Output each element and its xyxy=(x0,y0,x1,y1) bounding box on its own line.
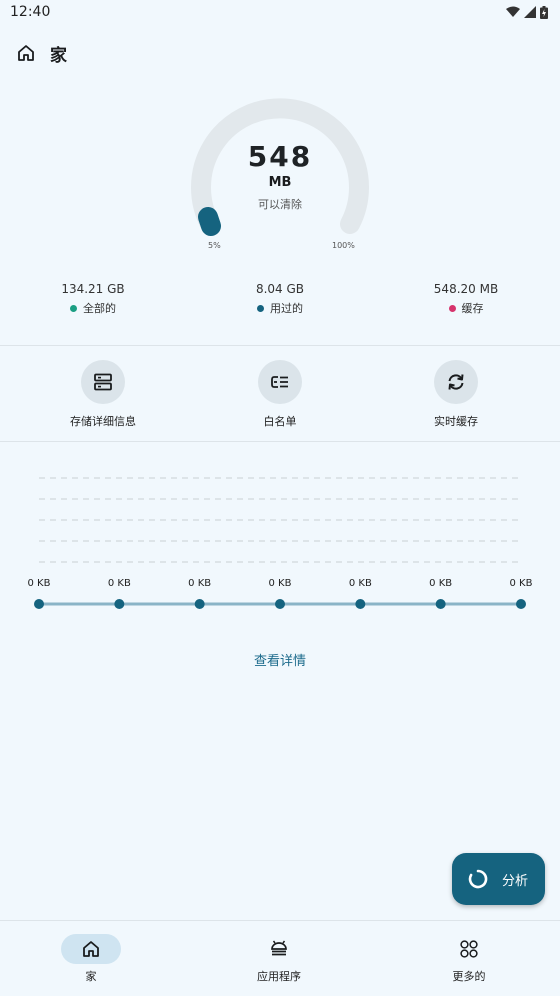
signal-icon xyxy=(524,6,536,18)
legend-dot-total xyxy=(70,304,77,312)
progress-ring-icon xyxy=(468,869,488,889)
bottom-navigation: 家 应用程序 更多的 xyxy=(0,920,560,996)
cleanable-size-value: 548 xyxy=(247,140,313,173)
status-time: 12:40 xyxy=(10,4,51,20)
data-point xyxy=(516,599,526,609)
status-icons xyxy=(506,5,548,19)
data-point xyxy=(114,599,125,609)
gauge-max-label: 100% xyxy=(332,241,355,250)
whitelist-icon xyxy=(271,376,288,388)
nav-more[interactable]: 更多的 xyxy=(376,934,560,984)
nav-more-label: 更多的 xyxy=(452,970,486,983)
sync-icon xyxy=(448,374,464,390)
cache-chart: 0 KB 0 KB 0 KB 0 KB 0 KB 0 KB 0 KB xyxy=(0,462,560,632)
quick-actions: 存储详细信息 白名单 实时缓存 xyxy=(0,360,560,432)
whitelist-button[interactable]: 白名单 xyxy=(210,360,350,429)
stat-total: 134.21 GB 全部的 xyxy=(13,282,173,316)
chart-grid xyxy=(39,477,521,563)
data-point xyxy=(275,599,285,609)
data-point xyxy=(435,599,446,609)
data-label: 0 KB xyxy=(349,578,372,589)
view-details-link[interactable]: 查看详情 xyxy=(0,650,560,669)
wifi-icon xyxy=(506,6,520,17)
storage-details-label: 存储详细信息 xyxy=(70,415,136,428)
data-point xyxy=(34,599,44,609)
stat-total-value: 134.21 GB xyxy=(61,282,125,296)
divider xyxy=(0,441,560,442)
stat-total-label: 全部的 xyxy=(83,302,116,315)
stat-cache-value: 548.20 MB xyxy=(433,282,499,296)
cleanable-size-unit: MB xyxy=(268,175,292,190)
divider xyxy=(0,345,560,346)
storage-details-button[interactable]: 存储详细信息 xyxy=(33,360,173,429)
top-app-bar: 家 xyxy=(0,32,560,74)
data-label: 0 KB xyxy=(510,578,533,589)
storage-stats: 134.21 GB 全部的 8.04 GB 用过的 548.20 MB 缓存 xyxy=(0,282,560,324)
status-bar: 12:40 xyxy=(0,0,560,24)
cache-chart-svg: 0 KB 0 KB 0 KB 0 KB 0 KB 0 KB 0 KB xyxy=(28,477,533,609)
nav-home[interactable]: 家 xyxy=(0,934,184,984)
storage-gauge: 548 MB 可以清除 5% 100% xyxy=(180,92,380,262)
analyze-label: 分析 xyxy=(502,873,529,889)
data-label: 0 KB xyxy=(269,578,292,589)
stat-cache-label: 缓存 xyxy=(461,302,484,315)
data-label: 0 KB xyxy=(108,578,131,589)
battery-icon xyxy=(540,5,548,19)
legend-dot-cache xyxy=(448,304,456,312)
analyze-button[interactable]: 分析 xyxy=(452,853,545,905)
realtime-cache-button[interactable]: 实时缓存 xyxy=(386,360,526,429)
home-icon xyxy=(83,941,99,957)
data-label: 0 KB xyxy=(429,578,452,589)
stat-used-label: 用过的 xyxy=(270,302,303,315)
storage-icon xyxy=(94,373,112,391)
legend-dot-used xyxy=(257,304,264,312)
data-point xyxy=(194,599,205,609)
realtime-cache-label: 实时缓存 xyxy=(434,415,478,428)
android-icon xyxy=(271,940,287,956)
cleanable-label: 可以清除 xyxy=(258,198,302,211)
nav-home-label: 家 xyxy=(85,970,97,983)
grid-dots-icon xyxy=(460,940,478,958)
nav-apps[interactable]: 应用程序 xyxy=(186,934,372,984)
data-label: 0 KB xyxy=(188,578,211,589)
page-title: 家 xyxy=(50,45,67,66)
home-icon xyxy=(18,45,34,61)
gauge-fill xyxy=(198,207,221,236)
stat-cache: 548.20 MB 缓存 xyxy=(386,282,546,316)
nav-apps-label: 应用程序 xyxy=(257,970,301,983)
stat-used-value: 8.04 GB xyxy=(255,282,305,296)
gauge-min-label: 5% xyxy=(208,241,221,250)
data-label: 0 KB xyxy=(28,578,51,589)
stat-used: 8.04 GB 用过的 xyxy=(200,282,360,316)
whitelist-label: 白名单 xyxy=(263,415,297,428)
data-point xyxy=(355,599,366,609)
